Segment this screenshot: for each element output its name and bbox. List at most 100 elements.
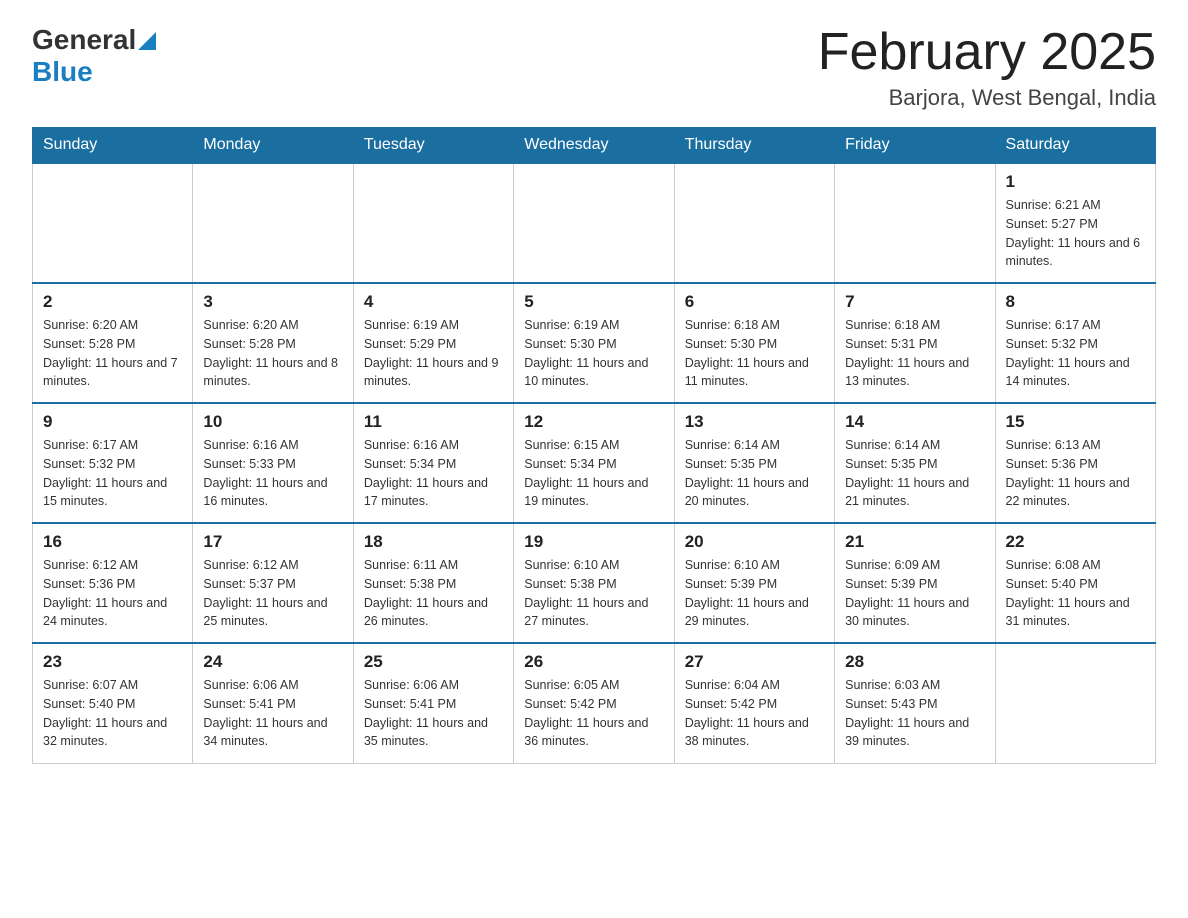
day-info: Sunrise: 6:19 AM Sunset: 5:29 PM Dayligh… (364, 316, 503, 391)
calendar-week-row: 9 Sunrise: 6:17 AM Sunset: 5:32 PM Daylig… (33, 403, 1156, 523)
day-info: Sunrise: 6:17 AM Sunset: 5:32 PM Dayligh… (43, 436, 182, 511)
day-info: Sunrise: 6:04 AM Sunset: 5:42 PM Dayligh… (685, 676, 824, 751)
day-number: 28 (845, 652, 984, 672)
day-info: Sunrise: 6:09 AM Sunset: 5:39 PM Dayligh… (845, 556, 984, 631)
col-saturday: Saturday (995, 128, 1155, 164)
table-row: 14 Sunrise: 6:14 AM Sunset: 5:35 PM Dayli… (835, 403, 995, 523)
day-info: Sunrise: 6:11 AM Sunset: 5:38 PM Dayligh… (364, 556, 503, 631)
title-section: February 2025 Barjora, West Bengal, Indi… (818, 24, 1156, 111)
day-number: 25 (364, 652, 503, 672)
table-row: 17 Sunrise: 6:12 AM Sunset: 5:37 PM Dayli… (193, 523, 353, 643)
day-number: 23 (43, 652, 182, 672)
day-number: 8 (1006, 292, 1145, 312)
table-row: 1 Sunrise: 6:21 AM Sunset: 5:27 PM Daylig… (995, 163, 1155, 283)
day-info: Sunrise: 6:16 AM Sunset: 5:34 PM Dayligh… (364, 436, 503, 511)
col-friday: Friday (835, 128, 995, 164)
table-row (835, 163, 995, 283)
day-number: 12 (524, 412, 663, 432)
table-row: 22 Sunrise: 6:08 AM Sunset: 5:40 PM Dayli… (995, 523, 1155, 643)
table-row: 2 Sunrise: 6:20 AM Sunset: 5:28 PM Daylig… (33, 283, 193, 403)
day-number: 1 (1006, 172, 1145, 192)
table-row: 24 Sunrise: 6:06 AM Sunset: 5:41 PM Dayli… (193, 643, 353, 763)
day-number: 22 (1006, 532, 1145, 552)
table-row: 19Sunrise: 6:10 AM Sunset: 5:38 PM Dayli… (514, 523, 674, 643)
day-number: 5 (524, 292, 663, 312)
calendar-title: February 2025 (818, 24, 1156, 81)
day-number: 27 (685, 652, 824, 672)
day-number: 21 (845, 532, 984, 552)
table-row (353, 163, 513, 283)
table-row: 23 Sunrise: 6:07 AM Sunset: 5:40 PM Dayli… (33, 643, 193, 763)
calendar-subtitle: Barjora, West Bengal, India (818, 85, 1156, 111)
table-row: 11Sunrise: 6:16 AM Sunset: 5:34 PM Dayli… (353, 403, 513, 523)
day-info: Sunrise: 6:07 AM Sunset: 5:40 PM Dayligh… (43, 676, 182, 751)
day-info: Sunrise: 6:18 AM Sunset: 5:30 PM Dayligh… (685, 316, 824, 391)
table-row: 15 Sunrise: 6:13 AM Sunset: 5:36 PM Dayli… (995, 403, 1155, 523)
logo-general-text: General (32, 24, 136, 56)
day-number: 20 (685, 532, 824, 552)
day-number: 26 (524, 652, 663, 672)
table-row (193, 163, 353, 283)
table-row (514, 163, 674, 283)
header: General Blue February 2025 Barjora, West… (32, 24, 1156, 111)
day-info: Sunrise: 6:20 AM Sunset: 5:28 PM Dayligh… (203, 316, 342, 391)
table-row: 7 Sunrise: 6:18 AM Sunset: 5:31 PM Daylig… (835, 283, 995, 403)
day-number: 24 (203, 652, 342, 672)
table-row: 9 Sunrise: 6:17 AM Sunset: 5:32 PM Daylig… (33, 403, 193, 523)
table-row: 25 Sunrise: 6:06 AM Sunset: 5:41 PM Dayli… (353, 643, 513, 763)
day-info: Sunrise: 6:12 AM Sunset: 5:37 PM Dayligh… (203, 556, 342, 631)
table-row: 12 Sunrise: 6:15 AM Sunset: 5:34 PM Dayli… (514, 403, 674, 523)
table-row: 27 Sunrise: 6:04 AM Sunset: 5:42 PM Dayli… (674, 643, 834, 763)
day-number: 10 (203, 412, 342, 432)
day-number: 7 (845, 292, 984, 312)
day-info: Sunrise: 6:06 AM Sunset: 5:41 PM Dayligh… (203, 676, 342, 751)
table-row: 10 Sunrise: 6:16 AM Sunset: 5:33 PM Dayli… (193, 403, 353, 523)
table-row: 3 Sunrise: 6:20 AM Sunset: 5:28 PM Daylig… (193, 283, 353, 403)
day-info: Sunrise: 6:12 AM Sunset: 5:36 PM Dayligh… (43, 556, 182, 631)
day-info: Sunrise: 6:14 AM Sunset: 5:35 PM Dayligh… (845, 436, 984, 511)
table-row: 6 Sunrise: 6:18 AM Sunset: 5:30 PM Daylig… (674, 283, 834, 403)
day-info: Sunrise: 6:17 AM Sunset: 5:32 PM Dayligh… (1006, 316, 1145, 391)
day-info: Sunrise: 6:19 AM Sunset: 5:30 PM Dayligh… (524, 316, 663, 391)
day-number: 13 (685, 412, 824, 432)
calendar-week-row: 2 Sunrise: 6:20 AM Sunset: 5:28 PM Daylig… (33, 283, 1156, 403)
day-info: Sunrise: 6:06 AM Sunset: 5:41 PM Dayligh… (364, 676, 503, 751)
day-info: Sunrise: 6:13 AM Sunset: 5:36 PM Dayligh… (1006, 436, 1145, 511)
day-info: Sunrise: 6:08 AM Sunset: 5:40 PM Dayligh… (1006, 556, 1145, 631)
table-row: 8 Sunrise: 6:17 AM Sunset: 5:32 PM Daylig… (995, 283, 1155, 403)
day-number: 3 (203, 292, 342, 312)
day-info: Sunrise: 6:14 AM Sunset: 5:35 PM Dayligh… (685, 436, 824, 511)
table-row (995, 643, 1155, 763)
col-tuesday: Tuesday (353, 128, 513, 164)
table-row: 4 Sunrise: 6:19 AM Sunset: 5:29 PM Daylig… (353, 283, 513, 403)
day-info: Sunrise: 6:21 AM Sunset: 5:27 PM Dayligh… (1006, 196, 1145, 271)
col-monday: Monday (193, 128, 353, 164)
day-info: Sunrise: 6:16 AM Sunset: 5:33 PM Dayligh… (203, 436, 342, 511)
table-row: 28 Sunrise: 6:03 AM Sunset: 5:43 PM Dayli… (835, 643, 995, 763)
table-row (33, 163, 193, 283)
col-sunday: Sunday (33, 128, 193, 164)
calendar-header-row: Sunday Monday Tuesday Wednesday Thursday… (33, 128, 1156, 164)
day-info: Sunrise: 6:15 AM Sunset: 5:34 PM Dayligh… (524, 436, 663, 511)
day-info: Sunrise: 6:10 AM Sunset: 5:39 PM Dayligh… (685, 556, 824, 631)
day-number: 14 (845, 412, 984, 432)
table-row: 18 Sunrise: 6:11 AM Sunset: 5:38 PM Dayli… (353, 523, 513, 643)
day-number: 2 (43, 292, 182, 312)
day-number: 15 (1006, 412, 1145, 432)
day-number: 16 (43, 532, 182, 552)
calendar-week-row: 16 Sunrise: 6:12 AM Sunset: 5:36 PM Dayli… (33, 523, 1156, 643)
day-number: 17 (203, 532, 342, 552)
day-number: 4 (364, 292, 503, 312)
day-info: Sunrise: 6:03 AM Sunset: 5:43 PM Dayligh… (845, 676, 984, 751)
day-number: 6 (685, 292, 824, 312)
table-row: 5 Sunrise: 6:19 AM Sunset: 5:30 PM Daylig… (514, 283, 674, 403)
calendar-table: Sunday Monday Tuesday Wednesday Thursday… (32, 127, 1156, 764)
table-row: 20 Sunrise: 6:10 AM Sunset: 5:39 PM Dayli… (674, 523, 834, 643)
day-number: 18 (364, 532, 503, 552)
day-number: 9 (43, 412, 182, 432)
calendar-week-row: 1 Sunrise: 6:21 AM Sunset: 5:27 PM Daylig… (33, 163, 1156, 283)
table-row: 26Sunrise: 6:05 AM Sunset: 5:42 PM Dayli… (514, 643, 674, 763)
day-info: Sunrise: 6:18 AM Sunset: 5:31 PM Dayligh… (845, 316, 984, 391)
day-info: Sunrise: 6:10 AM Sunset: 5:38 PM Dayligh… (524, 556, 663, 631)
day-info: Sunrise: 6:20 AM Sunset: 5:28 PM Dayligh… (43, 316, 182, 391)
